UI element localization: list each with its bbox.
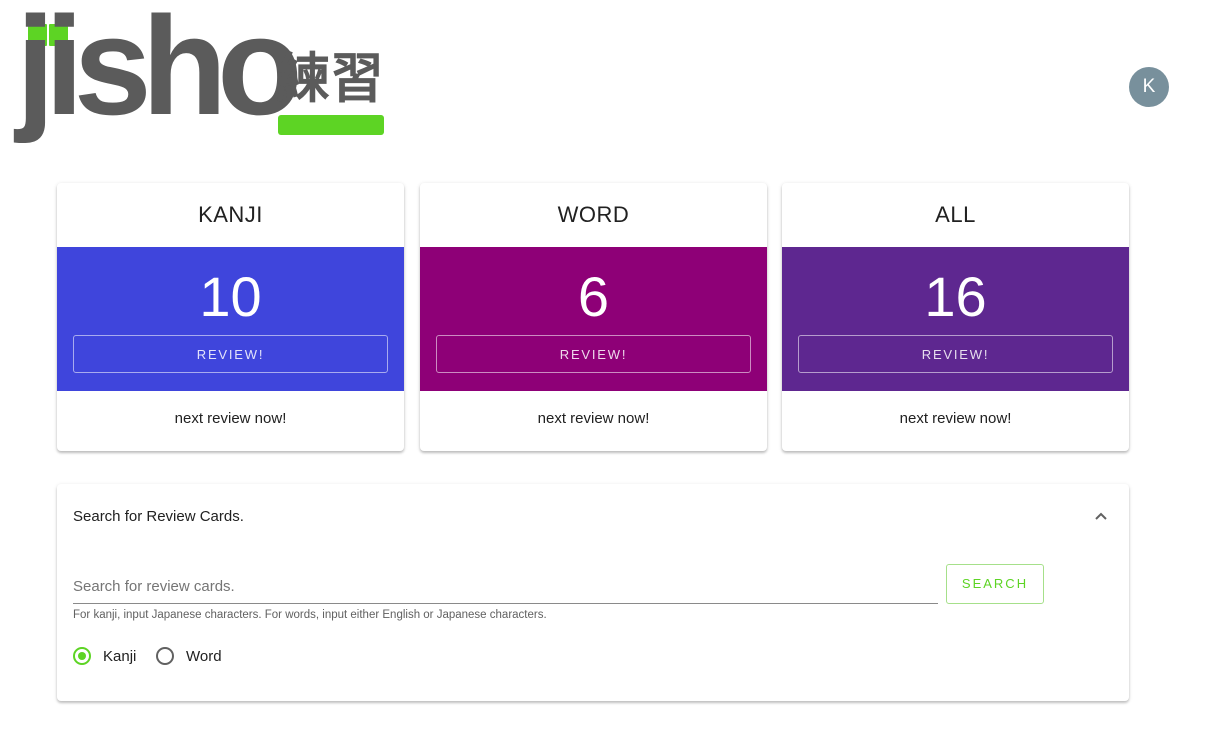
search-button[interactable]: SEARCH [946, 564, 1044, 604]
next-review-text: next review now! [537, 410, 650, 427]
panel-title: Search for Review Cards. [73, 508, 244, 525]
app-logo[interactable]: jisho 練習 [16, 0, 396, 148]
next-review-text: next review now! [174, 410, 287, 427]
logo-kanji: 練習 [276, 47, 384, 110]
search-input[interactable] [73, 572, 938, 600]
card-title: KANJI [198, 202, 263, 227]
card-title: WORD [557, 202, 630, 227]
review-button-word[interactable]: REVIEW! [436, 335, 751, 373]
user-avatar[interactable]: K [1129, 67, 1169, 107]
logo-underline-bar [278, 115, 384, 135]
radio-word[interactable]: Word [156, 645, 222, 667]
review-count: 10 [199, 265, 262, 328]
card-title: ALL [935, 202, 976, 227]
chevron-up-icon[interactable] [1093, 508, 1109, 524]
review-count: 6 [577, 265, 610, 328]
search-input-wrapper [73, 572, 938, 604]
card-band: 6 REVIEW! [420, 247, 767, 391]
radio-kanji[interactable]: Kanji [73, 645, 136, 667]
card-word: WORD 6 REVIEW! next review now! [420, 183, 767, 451]
card-kanji: KANJI 10 REVIEW! next review now! [57, 183, 404, 451]
radio-label: Kanji [103, 647, 137, 665]
next-review-text: next review now! [899, 410, 1012, 427]
review-count: 16 [924, 265, 987, 328]
logo-wordmark: jisho [16, 0, 303, 144]
review-button-all[interactable]: REVIEW! [798, 335, 1113, 373]
card-band: 16 REVIEW! [782, 247, 1129, 391]
card-band: 10 REVIEW! [57, 247, 404, 391]
radio-checked-icon [73, 647, 91, 665]
review-button-kanji[interactable]: REVIEW! [73, 335, 388, 373]
radio-label: Word [186, 647, 222, 665]
card-all: ALL 16 REVIEW! next review now! [782, 183, 1129, 451]
search-panel: Search for Review Cards. For kanji, inpu… [57, 484, 1129, 701]
radio-unchecked-icon [156, 647, 174, 665]
search-hint: For kanji, input Japanese characters. Fo… [73, 609, 547, 621]
